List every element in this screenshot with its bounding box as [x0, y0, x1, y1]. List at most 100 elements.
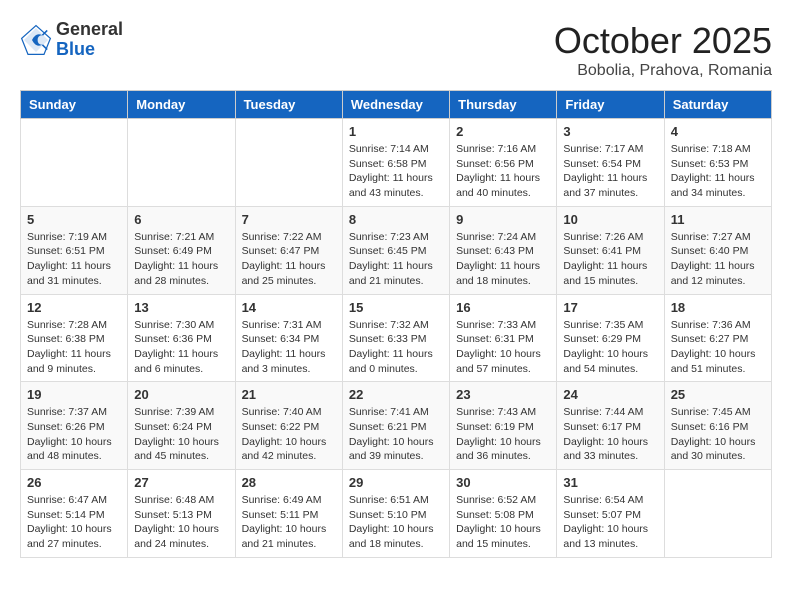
day-number: 31	[563, 475, 657, 490]
calendar-cell: 13 Sunrise: 7:30 AMSunset: 6:36 PMDaylig…	[128, 294, 235, 382]
calendar-cell	[128, 119, 235, 207]
calendar-cell: 4 Sunrise: 7:18 AMSunset: 6:53 PMDayligh…	[664, 119, 771, 207]
calendar-cell: 24 Sunrise: 7:44 AMSunset: 6:17 PMDaylig…	[557, 382, 664, 470]
day-number: 7	[242, 212, 336, 227]
day-info: Sunrise: 7:35 AMSunset: 6:29 PMDaylight:…	[563, 318, 657, 377]
calendar-cell: 1 Sunrise: 7:14 AMSunset: 6:58 PMDayligh…	[342, 119, 449, 207]
day-number: 9	[456, 212, 550, 227]
day-info: Sunrise: 6:47 AMSunset: 5:14 PMDaylight:…	[27, 493, 121, 552]
day-info: Sunrise: 6:48 AMSunset: 5:13 PMDaylight:…	[134, 493, 228, 552]
calendar-cell	[21, 119, 128, 207]
day-info: Sunrise: 7:33 AMSunset: 6:31 PMDaylight:…	[456, 318, 550, 377]
day-info: Sunrise: 6:51 AMSunset: 5:10 PMDaylight:…	[349, 493, 443, 552]
day-info: Sunrise: 7:36 AMSunset: 6:27 PMDaylight:…	[671, 318, 765, 377]
day-number: 28	[242, 475, 336, 490]
day-number: 20	[134, 387, 228, 402]
calendar-cell: 25 Sunrise: 7:45 AMSunset: 6:16 PMDaylig…	[664, 382, 771, 470]
calendar-week-row: 26 Sunrise: 6:47 AMSunset: 5:14 PMDaylig…	[21, 470, 772, 558]
day-number: 3	[563, 124, 657, 139]
page-header: General Blue October 2025 Bobolia, Praho…	[20, 20, 772, 80]
day-number: 12	[27, 300, 121, 315]
calendar-cell: 19 Sunrise: 7:37 AMSunset: 6:26 PMDaylig…	[21, 382, 128, 470]
day-info: Sunrise: 7:44 AMSunset: 6:17 PMDaylight:…	[563, 405, 657, 464]
calendar-cell: 21 Sunrise: 7:40 AMSunset: 6:22 PMDaylig…	[235, 382, 342, 470]
day-info: Sunrise: 7:18 AMSunset: 6:53 PMDaylight:…	[671, 142, 765, 201]
calendar-cell: 29 Sunrise: 6:51 AMSunset: 5:10 PMDaylig…	[342, 470, 449, 558]
logo-blue: Blue	[56, 40, 123, 60]
day-number: 16	[456, 300, 550, 315]
day-info: Sunrise: 6:52 AMSunset: 5:08 PMDaylight:…	[456, 493, 550, 552]
calendar-cell: 8 Sunrise: 7:23 AMSunset: 6:45 PMDayligh…	[342, 206, 449, 294]
day-info: Sunrise: 7:32 AMSunset: 6:33 PMDaylight:…	[349, 318, 443, 377]
day-number: 8	[349, 212, 443, 227]
calendar-cell: 16 Sunrise: 7:33 AMSunset: 6:31 PMDaylig…	[450, 294, 557, 382]
day-number: 14	[242, 300, 336, 315]
day-number: 15	[349, 300, 443, 315]
day-number: 29	[349, 475, 443, 490]
day-info: Sunrise: 7:22 AMSunset: 6:47 PMDaylight:…	[242, 230, 336, 289]
calendar-cell: 18 Sunrise: 7:36 AMSunset: 6:27 PMDaylig…	[664, 294, 771, 382]
weekday-header: Friday	[557, 91, 664, 119]
weekday-header: Tuesday	[235, 91, 342, 119]
calendar-week-row: 1 Sunrise: 7:14 AMSunset: 6:58 PMDayligh…	[21, 119, 772, 207]
weekday-header: Thursday	[450, 91, 557, 119]
calendar-cell: 30 Sunrise: 6:52 AMSunset: 5:08 PMDaylig…	[450, 470, 557, 558]
calendar-cell: 3 Sunrise: 7:17 AMSunset: 6:54 PMDayligh…	[557, 119, 664, 207]
location-subtitle: Bobolia, Prahova, Romania	[554, 62, 772, 80]
logo-icon	[20, 24, 52, 56]
day-info: Sunrise: 7:43 AMSunset: 6:19 PMDaylight:…	[456, 405, 550, 464]
title-block: October 2025 Bobolia, Prahova, Romania	[554, 20, 772, 80]
calendar-cell: 11 Sunrise: 7:27 AMSunset: 6:40 PMDaylig…	[664, 206, 771, 294]
calendar-table: SundayMondayTuesdayWednesdayThursdayFrid…	[20, 90, 772, 558]
day-number: 21	[242, 387, 336, 402]
day-number: 25	[671, 387, 765, 402]
day-number: 26	[27, 475, 121, 490]
day-number: 17	[563, 300, 657, 315]
day-number: 6	[134, 212, 228, 227]
calendar-week-row: 5 Sunrise: 7:19 AMSunset: 6:51 PMDayligh…	[21, 206, 772, 294]
day-info: Sunrise: 7:37 AMSunset: 6:26 PMDaylight:…	[27, 405, 121, 464]
day-info: Sunrise: 7:30 AMSunset: 6:36 PMDaylight:…	[134, 318, 228, 377]
day-info: Sunrise: 7:14 AMSunset: 6:58 PMDaylight:…	[349, 142, 443, 201]
calendar-cell: 15 Sunrise: 7:32 AMSunset: 6:33 PMDaylig…	[342, 294, 449, 382]
day-info: Sunrise: 7:41 AMSunset: 6:21 PMDaylight:…	[349, 405, 443, 464]
day-info: Sunrise: 7:45 AMSunset: 6:16 PMDaylight:…	[671, 405, 765, 464]
calendar-week-row: 12 Sunrise: 7:28 AMSunset: 6:38 PMDaylig…	[21, 294, 772, 382]
calendar-cell: 7 Sunrise: 7:22 AMSunset: 6:47 PMDayligh…	[235, 206, 342, 294]
day-info: Sunrise: 7:39 AMSunset: 6:24 PMDaylight:…	[134, 405, 228, 464]
day-info: Sunrise: 6:49 AMSunset: 5:11 PMDaylight:…	[242, 493, 336, 552]
logo: General Blue	[20, 20, 123, 60]
day-info: Sunrise: 7:23 AMSunset: 6:45 PMDaylight:…	[349, 230, 443, 289]
day-number: 2	[456, 124, 550, 139]
calendar-cell: 20 Sunrise: 7:39 AMSunset: 6:24 PMDaylig…	[128, 382, 235, 470]
calendar-cell	[664, 470, 771, 558]
calendar-cell: 10 Sunrise: 7:26 AMSunset: 6:41 PMDaylig…	[557, 206, 664, 294]
day-info: Sunrise: 7:28 AMSunset: 6:38 PMDaylight:…	[27, 318, 121, 377]
calendar-cell: 22 Sunrise: 7:41 AMSunset: 6:21 PMDaylig…	[342, 382, 449, 470]
calendar-cell: 2 Sunrise: 7:16 AMSunset: 6:56 PMDayligh…	[450, 119, 557, 207]
day-number: 27	[134, 475, 228, 490]
calendar-cell: 6 Sunrise: 7:21 AMSunset: 6:49 PMDayligh…	[128, 206, 235, 294]
day-number: 4	[671, 124, 765, 139]
weekday-header: Wednesday	[342, 91, 449, 119]
day-info: Sunrise: 7:40 AMSunset: 6:22 PMDaylight:…	[242, 405, 336, 464]
weekday-header-row: SundayMondayTuesdayWednesdayThursdayFrid…	[21, 91, 772, 119]
calendar-cell: 14 Sunrise: 7:31 AMSunset: 6:34 PMDaylig…	[235, 294, 342, 382]
calendar-cell: 17 Sunrise: 7:35 AMSunset: 6:29 PMDaylig…	[557, 294, 664, 382]
weekday-header: Sunday	[21, 91, 128, 119]
day-info: Sunrise: 7:31 AMSunset: 6:34 PMDaylight:…	[242, 318, 336, 377]
day-number: 10	[563, 212, 657, 227]
day-number: 22	[349, 387, 443, 402]
day-number: 18	[671, 300, 765, 315]
calendar-cell: 23 Sunrise: 7:43 AMSunset: 6:19 PMDaylig…	[450, 382, 557, 470]
day-number: 11	[671, 212, 765, 227]
day-info: Sunrise: 7:24 AMSunset: 6:43 PMDaylight:…	[456, 230, 550, 289]
day-info: Sunrise: 6:54 AMSunset: 5:07 PMDaylight:…	[563, 493, 657, 552]
day-info: Sunrise: 7:16 AMSunset: 6:56 PMDaylight:…	[456, 142, 550, 201]
calendar-cell: 9 Sunrise: 7:24 AMSunset: 6:43 PMDayligh…	[450, 206, 557, 294]
day-number: 30	[456, 475, 550, 490]
calendar-cell: 5 Sunrise: 7:19 AMSunset: 6:51 PMDayligh…	[21, 206, 128, 294]
calendar-cell	[235, 119, 342, 207]
weekday-header: Monday	[128, 91, 235, 119]
calendar-cell: 28 Sunrise: 6:49 AMSunset: 5:11 PMDaylig…	[235, 470, 342, 558]
